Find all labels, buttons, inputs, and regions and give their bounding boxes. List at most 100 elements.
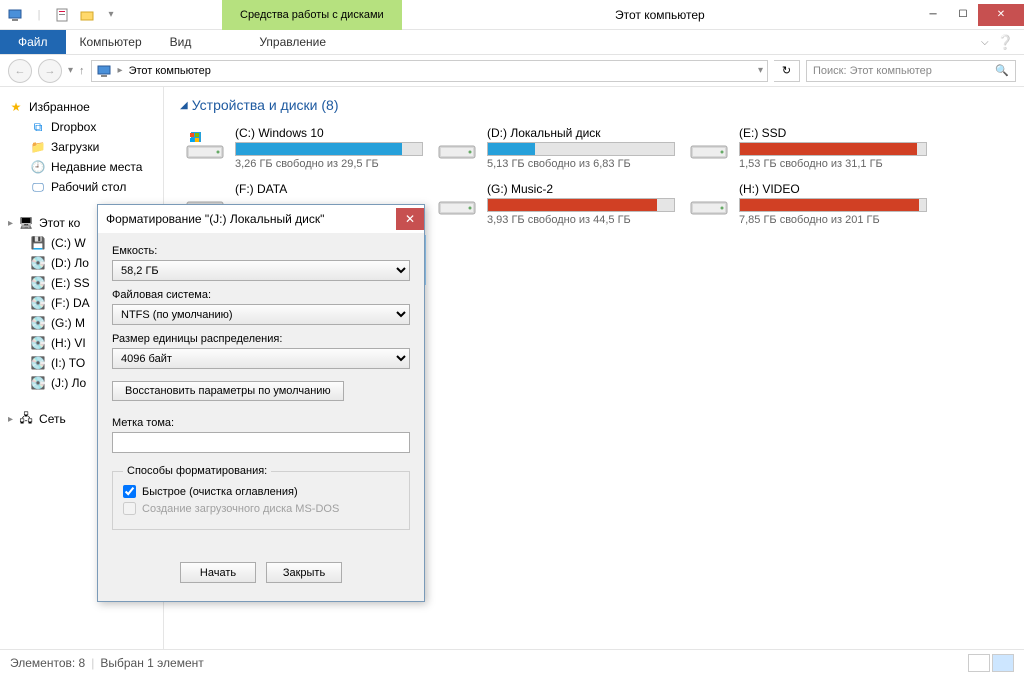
filesystem-select[interactable]: NTFS (по умолчанию) — [112, 304, 410, 325]
back-button[interactable]: ← — [8, 59, 32, 83]
ribbon-tab-view[interactable]: Вид — [156, 30, 206, 54]
window-controls: ─ ☐ ✕ — [918, 4, 1024, 26]
breadcrumb-location[interactable]: Этот компьютер — [129, 65, 211, 77]
view-details-button[interactable] — [968, 654, 990, 672]
sidebar-label: (G:) M — [51, 316, 85, 330]
collapse-icon[interactable]: ◢ — [180, 100, 188, 111]
drive-name: (F:) DATA — [235, 182, 423, 196]
drive-icon: 💽 — [30, 375, 46, 391]
ribbon: Файл Компьютер Вид Управление ⌵ ❔ — [0, 30, 1024, 55]
capacity-select[interactable]: 58,2 ГБ — [112, 260, 410, 281]
format-dialog: Форматирование "(J:) Локальный диск" ✕ Е… — [97, 204, 425, 602]
view-switcher — [968, 654, 1014, 672]
drive-item[interactable]: (C:) Windows 10 3,26 ГБ свободно из 29,5 … — [180, 123, 426, 173]
minimize-button[interactable]: ─ — [918, 4, 948, 26]
maximize-button[interactable]: ☐ — [948, 4, 978, 26]
status-selected: Выбран 1 элемент — [100, 656, 203, 670]
titlebar: | ▾ Средства работы с дисками Этот компь… — [0, 0, 1024, 30]
drive-icon: 💽 — [30, 335, 46, 351]
sidebar-label: (I:) TO — [51, 356, 85, 370]
drive-item[interactable]: (E:) SSD1,53 ГБ свободно из 31,1 ГБ — [684, 123, 930, 173]
drive-name: (G:) Music-2 — [487, 182, 675, 196]
search-input[interactable]: Поиск: Этот компьютер 🔍 — [806, 60, 1016, 82]
forward-button[interactable]: → — [38, 59, 62, 83]
contextual-tab-label: Средства работы с дисками — [222, 0, 402, 30]
address-dropdown-icon[interactable]: ▾ — [758, 65, 763, 76]
group-header[interactable]: ◢ Устройства и диски (8) — [180, 97, 1008, 113]
qat-dropdown-icon[interactable]: ▾ — [100, 4, 122, 26]
properties-icon[interactable] — [52, 4, 74, 26]
drive-free-text: 5,13 ГБ свободно из 6,83 ГБ — [487, 158, 675, 170]
sidebar-label: Dropbox — [51, 120, 96, 134]
drive-usage-bar — [487, 142, 675, 156]
tree-favorites: ★Избранное ⧉Dropbox 📁Загрузки 🕘 Недавние … — [0, 97, 163, 197]
address-input[interactable]: ▸ Этот компьютер ▾ — [91, 60, 768, 82]
dialog-titlebar[interactable]: Форматирование "(J:) Локальный диск" ✕ — [98, 205, 424, 233]
view-tiles-button[interactable] — [992, 654, 1014, 672]
sidebar-item-downloads[interactable]: 📁Загрузки — [0, 137, 163, 157]
drive-icon: 💽 — [30, 315, 46, 331]
sidebar-label: (C:) W — [51, 236, 86, 250]
drive-usage-bar — [739, 142, 927, 156]
sidebar-label: Недавние места — [51, 160, 142, 174]
allocation-select[interactable]: 4096 байт — [112, 348, 410, 369]
sidebar-label: Рабочий стол — [51, 180, 126, 194]
breadcrumb-sep-icon: ▸ — [118, 65, 123, 76]
sidebar-label: (E:) SS — [51, 276, 90, 290]
sidebar-label: (D:) Ло — [51, 256, 89, 270]
ribbon-collapse-icon[interactable]: ⌵ — [981, 37, 989, 48]
sidebar-item-recent[interactable]: 🕘 Недавние места — [0, 157, 163, 177]
location-icon — [96, 63, 112, 79]
thispc-icon[interactable] — [4, 4, 26, 26]
drive-free-text: 3,26 ГБ свободно из 29,5 ГБ — [235, 158, 423, 170]
drive-item[interactable]: (H:) VIDEO 7,85 ГБ свободно из 201 ГБ — [684, 179, 930, 229]
network-icon: 🖧 — [18, 411, 34, 427]
sidebar-label: (F:) DA — [51, 296, 90, 310]
status-count: Элементов: 8 — [10, 656, 85, 670]
ribbon-tab-manage[interactable]: Управление — [245, 30, 340, 54]
drive-item[interactable]: (G:) Music-23,93 ГБ свободно из 44,5 ГБ — [432, 179, 678, 229]
quick-format-label: Быстрое (очистка оглавления) — [142, 486, 298, 498]
drive-name: (C:) Windows 10 — [235, 126, 423, 140]
expand-icon[interactable]: ▸ — [8, 414, 13, 425]
close-dialog-button[interactable]: Закрыть — [266, 562, 342, 583]
expand-icon[interactable]: ▸ — [8, 218, 13, 229]
refresh-button[interactable]: ↻ — [774, 60, 800, 82]
drive-name: (D:) Локальный диск — [487, 126, 675, 140]
sidebar-label: Этот ко — [39, 216, 80, 230]
up-button[interactable]: ↑ — [79, 65, 85, 77]
newfolder-icon[interactable] — [76, 4, 98, 26]
capacity-label: Емкость: — [112, 245, 410, 257]
drive-icon — [687, 126, 731, 166]
address-bar: ← → ▾ ↑ ▸ Этот компьютер ▾ ↻ Поиск: Этот… — [0, 55, 1024, 87]
sidebar-item-desktop[interactable]: 🖵Рабочий стол — [0, 177, 163, 197]
restore-defaults-button[interactable]: Восстановить параметры по умолчанию — [112, 381, 344, 401]
quick-format-input[interactable] — [123, 485, 136, 498]
quick-format-checkbox[interactable]: Быстрое (очистка оглавления) — [123, 485, 399, 498]
format-options-legend: Способы форматирования: — [123, 465, 271, 477]
drive-free-text: 7,85 ГБ свободно из 201 ГБ — [739, 214, 927, 226]
volume-label-label: Метка тома: — [112, 417, 410, 429]
window-title: Этот компьютер — [402, 8, 918, 22]
history-dropdown-icon[interactable]: ▾ — [68, 65, 73, 76]
quick-access-toolbar: | ▾ — [0, 4, 122, 26]
start-button[interactable]: Начать — [180, 562, 256, 583]
drive-name: (E:) SSD — [739, 126, 927, 140]
msdos-label: Создание загрузочного диска MS-DOS — [142, 503, 339, 515]
dialog-close-button[interactable]: ✕ — [396, 208, 424, 230]
sidebar-item-dropbox[interactable]: ⧉Dropbox — [0, 117, 163, 137]
help-icon[interactable]: ❔ — [997, 34, 1014, 51]
drive-name: (H:) VIDEO — [739, 182, 927, 196]
ribbon-tab-computer[interactable]: Компьютер — [66, 30, 156, 54]
close-button[interactable]: ✕ — [978, 4, 1024, 26]
sidebar-label: (H:) VI — [51, 336, 86, 350]
drive-item[interactable]: (D:) Локальный диск 5,13 ГБ свободно из 6… — [432, 123, 678, 173]
sidebar-item-favorites[interactable]: ★Избранное — [0, 97, 163, 117]
ribbon-file-tab[interactable]: Файл — [0, 30, 66, 54]
search-placeholder: Поиск: Этот компьютер — [813, 65, 932, 77]
status-bar: Элементов: 8 | Выбран 1 элемент — [0, 649, 1024, 675]
volume-label-input[interactable] — [112, 432, 410, 453]
sidebar-label: Загрузки — [51, 140, 99, 154]
recent-icon: 🕘 — [30, 159, 46, 175]
msdos-checkbox: Создание загрузочного диска MS-DOS — [123, 502, 399, 515]
